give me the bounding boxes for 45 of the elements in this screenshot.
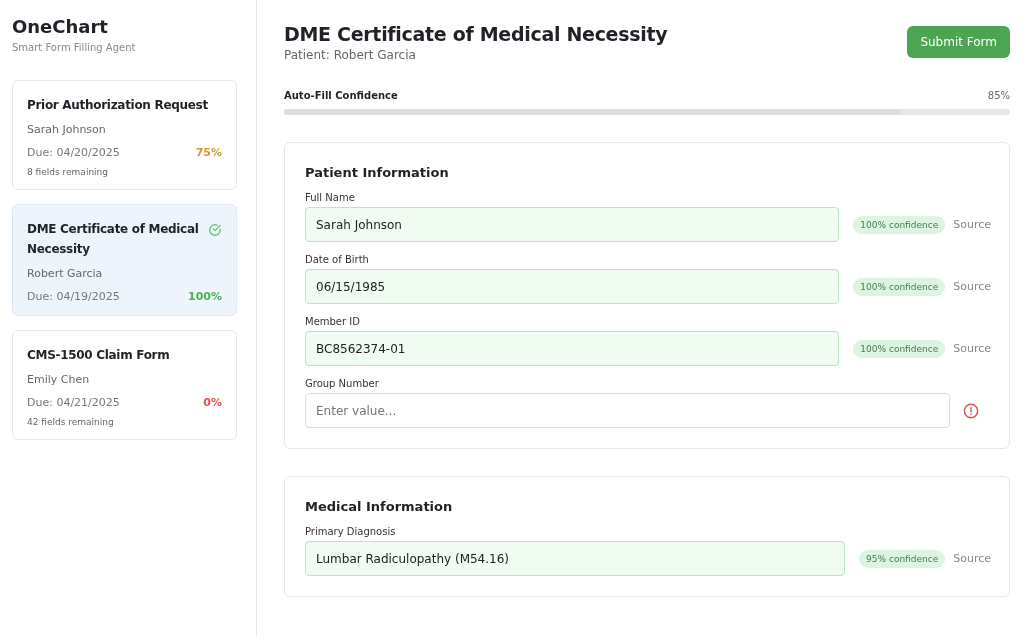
alert-icon (963, 402, 979, 419)
field-label: Full Name (305, 192, 356, 203)
source-link[interactable]: Source (953, 342, 991, 355)
patient-name: Sarah Johnson (27, 123, 107, 136)
confidence-badge: 100% confidence (853, 339, 946, 358)
fields-remaining: 8 fields remaining (27, 167, 109, 177)
input-field[interactable]: Sarah Johnson (305, 207, 840, 242)
app-title: OneChart (12, 16, 109, 38)
field-label: Member ID (305, 316, 361, 327)
field-label: Primary Diagnosis (305, 526, 397, 537)
confidence-badge: 100% confidence (853, 277, 946, 296)
form-card[interactable]: Prior Authorization Request Sarah Johnson Due: 04/20/2025 75% 8 fields remaining (12, 80, 237, 190)
form-title: CMS-1500 Claim Form (27, 347, 170, 364)
form-title: Prior Authorization Request (27, 97, 208, 114)
check-circle-icon (208, 223, 222, 237)
source-link[interactable]: Source (953, 552, 991, 565)
app-subtitle: Smart Form Filling Agent (12, 42, 137, 53)
input-field[interactable]: BC8562374-01 (305, 331, 840, 366)
confidence-label: Auto-Fill Confidence (284, 90, 398, 101)
confidence-badge: 100% confidence (853, 215, 946, 234)
completion-percent: 0% (203, 396, 222, 409)
input-field[interactable]: Lumbar Radiculopathy (M54.16) (305, 541, 846, 576)
patient-name: Patient: Robert Garcia (284, 48, 417, 62)
section-title: Patient Information (305, 165, 450, 180)
field-label: Date of Birth (305, 254, 370, 265)
due-date: Due: 04/20/2025 (27, 146, 120, 159)
due-date: Due: 04/19/2025 (27, 290, 120, 303)
completion-percent: 100% (188, 290, 222, 303)
patient-name: Robert Garcia (27, 267, 104, 280)
fields-remaining: 42 fields remaining (27, 417, 115, 427)
patient-name: Emily Chen (27, 373, 91, 386)
form-title: DME Certificate of Medical Necessity (27, 221, 200, 258)
input-field[interactable]: Enter value... (305, 393, 950, 428)
completion-percent: 75% (195, 146, 222, 159)
due-date: Due: 04/21/2025 (27, 396, 120, 409)
form-card[interactable]: CMS-1500 Claim Form Emily Chen Due: 04/21/2025 0% 42 fields remaining (12, 330, 237, 440)
source-link[interactable]: Source (953, 280, 991, 293)
field-label: Group Number (305, 378, 380, 389)
input-field[interactable]: 06/15/1985 (305, 269, 840, 304)
form-title: DME Certificate of Medical Necessity (284, 22, 668, 47)
source-link[interactable]: Source (953, 218, 991, 231)
section-title: Medical Information (305, 499, 454, 514)
form-card[interactable]: DME Certificate of Medical Necessity Robert Garcia Due: 04/19/2025 100% (12, 204, 237, 316)
confidence-reading: 85% (987, 90, 1010, 101)
confidence-badge: 95% confidence (859, 549, 946, 568)
